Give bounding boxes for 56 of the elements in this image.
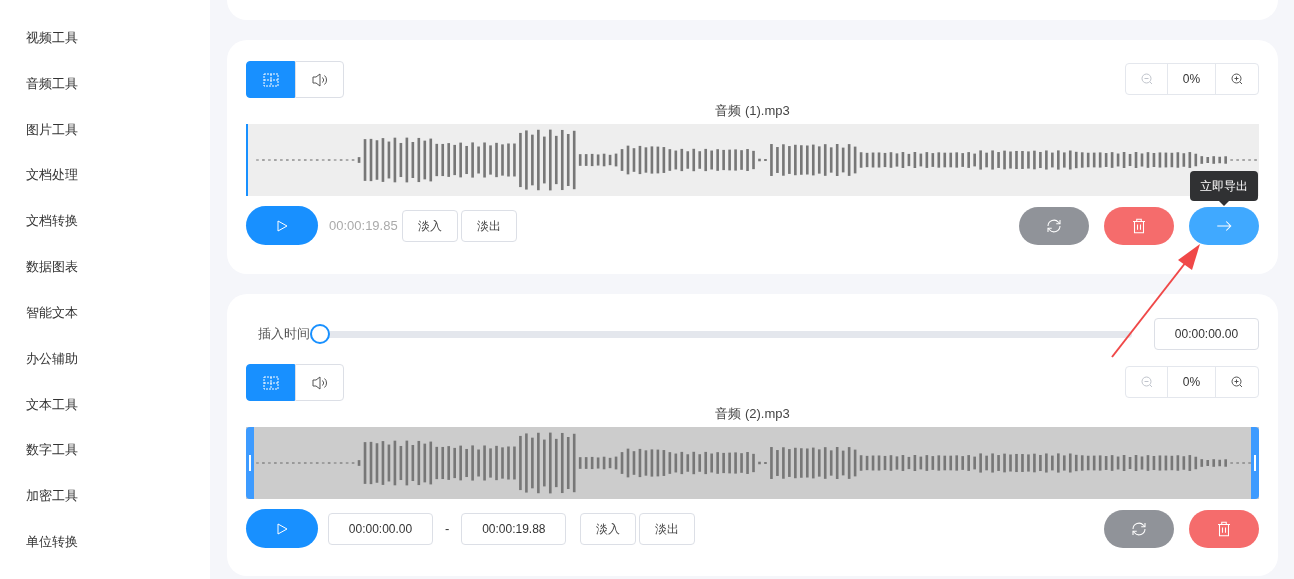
play-button[interactable] (246, 206, 318, 245)
split-frame-icon (262, 72, 279, 87)
refresh-button[interactable] (1104, 509, 1174, 548)
speaker-icon (310, 374, 329, 391)
sidebar-item[interactable]: 加密工具 (26, 487, 210, 534)
sidebar-item[interactable]: 文档处理 (26, 166, 210, 213)
region-end-handle[interactable] (1251, 427, 1259, 499)
region-start-handle[interactable] (246, 427, 254, 499)
fade-out-button[interactable]: 淡出 (460, 209, 517, 242)
sidebar-item[interactable]: 单位转换 (26, 533, 210, 579)
sidebar-item[interactable]: 图片工具 (26, 120, 210, 167)
volume-view-tab[interactable] (295, 61, 344, 98)
play-icon (276, 219, 288, 232)
fade-in-button[interactable]: 淡入 (580, 512, 637, 545)
waveform-drawing[interactable] (246, 124, 1259, 196)
waveform-drawing[interactable] (246, 427, 1259, 499)
zoom-out-icon (1140, 73, 1153, 85)
sidebar-item[interactable]: 文档转换 (26, 212, 210, 259)
start-time-field[interactable]: 00:00:00.00 (328, 512, 433, 545)
insert-time-slider[interactable] (310, 324, 1132, 344)
tooltip: 立即导出 (1190, 170, 1258, 206)
range-separator: - (445, 519, 450, 538)
duration-text: 00:00:19.85 (329, 216, 398, 235)
zoom-level: 0% (1168, 64, 1216, 94)
split-frame-icon (262, 375, 279, 390)
sidebar-item[interactable]: 视频工具 (26, 29, 210, 75)
play-button[interactable] (246, 509, 318, 548)
play-icon (276, 522, 288, 535)
refresh-button[interactable] (1019, 206, 1089, 245)
zoom-in-icon (1231, 376, 1243, 388)
delete-button[interactable] (1104, 206, 1174, 245)
zoom-out-icon (1140, 376, 1153, 388)
trash-icon (1130, 216, 1148, 235)
insert-time-field[interactable]: 00:00:00.00 (1154, 318, 1259, 350)
speaker-icon (310, 71, 329, 88)
zoom-in-icon (1231, 73, 1243, 85)
sidebar-item[interactable]: 办公辅助 (26, 349, 210, 396)
insert-time-label: 插入时间 (258, 325, 310, 344)
file-name: 音频 (2).mp3 (715, 405, 790, 423)
sidebar-item[interactable]: 智能文本 (26, 303, 210, 350)
volume-view-tab[interactable] (295, 364, 344, 401)
sidebar-item[interactable]: 数字工具 (26, 441, 210, 488)
sidebar-item[interactable]: 音频工具 (26, 74, 210, 121)
sidebar-item[interactable]: 文本工具 (26, 395, 210, 442)
fade-in-button[interactable]: 淡入 (401, 209, 458, 242)
trash-icon (1215, 519, 1233, 538)
sidebar-item[interactable]: 数据图表 (26, 258, 210, 304)
zoom-level: 0% (1168, 367, 1216, 397)
export-button[interactable] (1189, 206, 1259, 245)
split-view-tab[interactable] (246, 364, 295, 401)
end-time-field[interactable]: 00:00:19.88 (461, 512, 567, 545)
fade-out-button[interactable]: 淡出 (639, 512, 696, 545)
split-view-tab[interactable] (246, 61, 295, 98)
delete-button[interactable] (1189, 509, 1259, 548)
file-name: 音频 (1).mp3 (715, 102, 790, 120)
slider-thumb[interactable] (310, 324, 330, 344)
